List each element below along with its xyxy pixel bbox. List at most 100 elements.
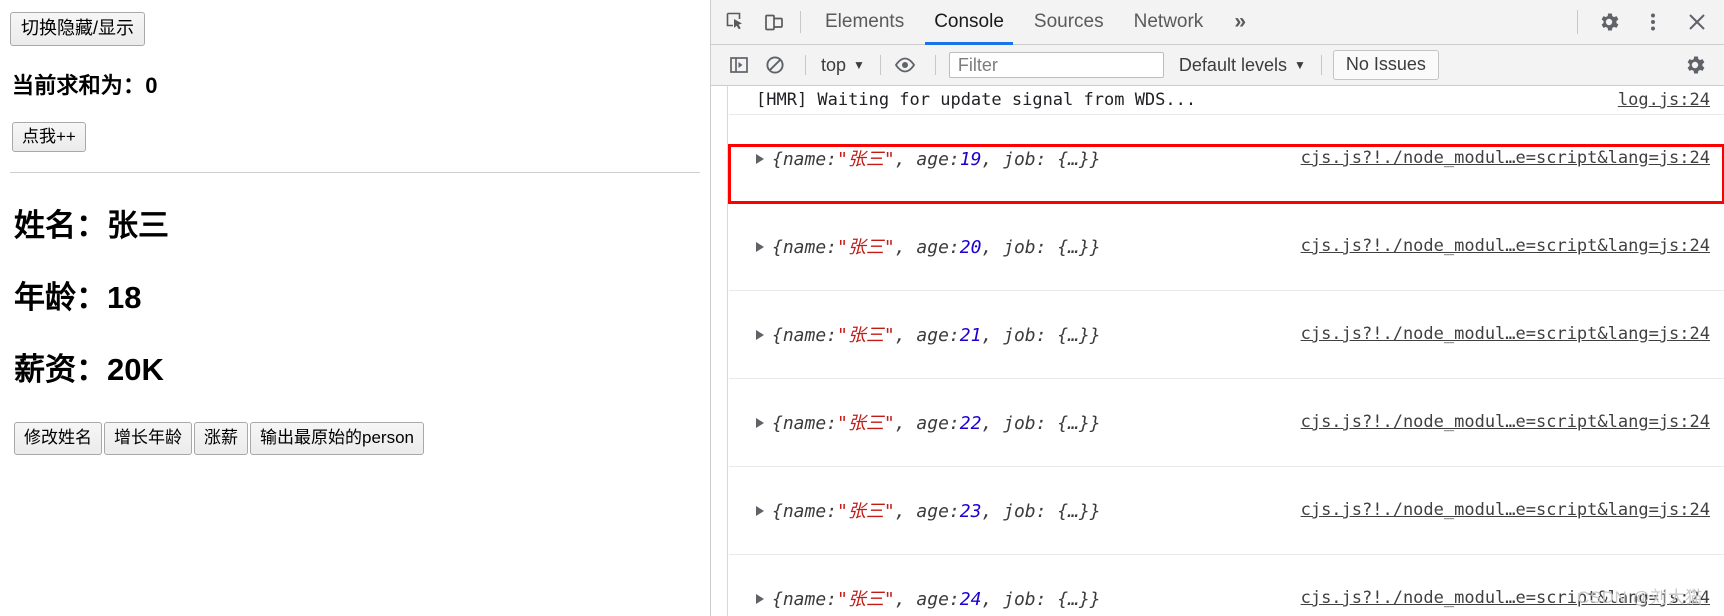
toggle-visibility-button[interactable]: 切换隐藏/显示: [10, 12, 146, 46]
object-age-value: 20: [959, 237, 982, 258]
source-link[interactable]: cjs.js?!./node_modul…e=script&lang=js:24: [1301, 324, 1710, 344]
expand-triangle-icon[interactable]: [756, 242, 764, 252]
console-object-row[interactable]: cjs.js?!./node_modul…e=script&lang=js:24…: [729, 585, 1724, 616]
object-mid: , age:: [894, 413, 960, 434]
console-sidebar-icon[interactable]: [724, 50, 754, 80]
object-age-value: 19: [959, 149, 982, 170]
console-object-row[interactable]: cjs.js?!./node_modul…e=script&lang=js:24…: [729, 409, 1724, 467]
source-link[interactable]: cjs.js?!./node_modul…e=script&lang=js:24: [1301, 412, 1710, 432]
object-age-value: 21: [959, 325, 982, 346]
print-original-person-button[interactable]: 输出最原始的person: [250, 422, 424, 455]
clear-console-icon[interactable]: [760, 50, 790, 80]
sum-value: 0: [145, 72, 158, 98]
tab-console[interactable]: Console: [919, 0, 1019, 45]
sum-label: 当前求和为：: [12, 72, 146, 98]
console-settings-gear-icon[interactable]: [1680, 50, 1710, 80]
three-dot-menu-icon[interactable]: [1636, 5, 1670, 39]
devtools-tabbar: Elements Console Sources Network »: [711, 0, 1724, 45]
object-suffix: , job: {…}}: [981, 325, 1101, 346]
devtools-tabbar-right: [1571, 0, 1724, 45]
expand-triangle-icon[interactable]: [756, 418, 764, 428]
console-object-row[interactable]: cjs.js?!./node_modul…e=script&lang=js:24…: [729, 233, 1724, 291]
chevron-down-icon: ▼: [853, 58, 865, 72]
filterbar-divider-1: [805, 55, 806, 75]
person-name-value: 张三: [107, 208, 169, 244]
object-suffix: , job: {…}}: [981, 589, 1101, 610]
object-age-value: 23: [959, 501, 982, 522]
source-link[interactable]: cjs.js?!./node_modul…e=script&lang=js:24: [1301, 500, 1710, 520]
person-salary-label: 薪资：: [14, 352, 107, 388]
expand-triangle-icon[interactable]: [756, 594, 764, 604]
filterbar-right: [1680, 50, 1724, 80]
console-gutter: [711, 86, 728, 616]
console-object-row[interactable]: cjs.js?!./node_modul…e=script&lang=js:24…: [728, 144, 1724, 204]
log-levels-label: Default levels: [1178, 54, 1287, 75]
increment-button[interactable]: 点我++: [12, 121, 86, 153]
object-suffix: , job: {…}}: [981, 149, 1101, 170]
object-name-value: "张三": [837, 325, 895, 346]
tabbar-right-divider: [1577, 10, 1578, 34]
person-name-row: 姓名：张三: [14, 200, 710, 245]
object-prefix: {name:: [772, 149, 838, 170]
source-link[interactable]: log.js:24: [1618, 90, 1710, 110]
object-name-value: "张三": [837, 589, 895, 610]
issues-button[interactable]: No Issues: [1332, 50, 1439, 80]
object-suffix: , job: {…}}: [981, 413, 1101, 434]
console-message-row[interactable]: [HMR] Waiting for update signal from WDS…: [729, 86, 1724, 115]
tab-network[interactable]: Network: [1119, 0, 1219, 45]
console-object-row[interactable]: cjs.js?!./node_modul…e=script&lang=js:24…: [729, 497, 1724, 555]
object-mid: , age:: [894, 149, 960, 170]
object-mid: , age:: [894, 501, 960, 522]
object-prefix: {name:: [772, 325, 838, 346]
execution-context-label: top: [821, 54, 847, 75]
expand-triangle-icon[interactable]: [756, 154, 764, 164]
person-salary-row: 薪资：20K: [14, 344, 710, 389]
raise-salary-button[interactable]: 涨薪: [194, 422, 248, 455]
expand-triangle-icon[interactable]: [756, 506, 764, 516]
divider: [10, 172, 700, 174]
filterbar-divider-3: [934, 55, 936, 75]
object-age-value: 24: [959, 589, 982, 610]
console-output[interactable]: [HMR] Waiting for update signal from WDS…: [711, 86, 1724, 616]
expand-triangle-icon[interactable]: [756, 330, 764, 340]
execution-context-dropdown[interactable]: top ▼: [815, 53, 871, 78]
close-icon[interactable]: [1680, 5, 1714, 39]
console-message-text: [HMR] Waiting for update signal from WDS…: [756, 90, 1197, 110]
gear-icon[interactable]: [1592, 5, 1626, 39]
web-page-pane: 切换隐藏/显示 当前求和为：0 点我++ 姓名：张三 年龄：18 薪资：20K …: [0, 0, 710, 616]
chevron-down-icon: ▼: [1293, 58, 1306, 72]
object-name-value: "张三": [837, 237, 895, 258]
object-prefix: {name:: [772, 589, 838, 610]
object-prefix: {name:: [772, 237, 838, 258]
object-prefix: {name:: [772, 413, 838, 434]
object-name-value: "张三": [837, 149, 895, 170]
object-age-value: 22: [959, 413, 982, 434]
object-name-value: "张三": [837, 501, 895, 522]
filter-input[interactable]: [948, 52, 1164, 78]
tab-elements[interactable]: Elements: [810, 0, 919, 45]
source-link[interactable]: cjs.js?!./node_modul…e=script&lang=js:24: [1301, 236, 1710, 256]
console-filter-toolbar: top ▼ Default levels ▼ No Issues: [711, 45, 1724, 86]
tab-sources[interactable]: Sources: [1019, 0, 1119, 45]
tabbar-divider: [800, 11, 801, 33]
person-age-value: 18: [107, 280, 142, 316]
inspect-element-icon[interactable]: [723, 9, 749, 35]
log-levels-dropdown[interactable]: Default levels ▼: [1173, 53, 1312, 78]
person-name-label: 姓名：: [14, 208, 107, 244]
device-toolbar-icon[interactable]: [761, 9, 787, 35]
change-name-button[interactable]: 修改姓名: [14, 422, 102, 455]
action-button-row: 修改姓名 增长年龄 涨薪 输出最原始的person: [14, 422, 710, 455]
live-expression-icon[interactable]: [890, 50, 920, 80]
devtools-panel: Elements Console Sources Network » top ▼…: [710, 0, 1724, 616]
object-mid: , age:: [894, 237, 960, 258]
object-name-value: "张三": [837, 413, 895, 434]
filterbar-divider-4: [1320, 55, 1322, 75]
console-object-row[interactable]: cjs.js?!./node_modul…e=script&lang=js:24…: [729, 321, 1724, 379]
screenshot-root: 切换隐藏/显示 当前求和为：0 点我++ 姓名：张三 年龄：18 薪资：20K …: [0, 0, 1724, 616]
source-link[interactable]: cjs.js?!./node_modul…e=script&lang=js:24: [1301, 148, 1710, 168]
person-age-label: 年龄：: [14, 280, 107, 316]
object-mid: , age:: [894, 325, 960, 346]
more-tabs-icon[interactable]: »: [1218, 0, 1262, 45]
sum-display: 当前求和为：0: [12, 68, 710, 100]
increase-age-button[interactable]: 增长年龄: [104, 422, 192, 455]
